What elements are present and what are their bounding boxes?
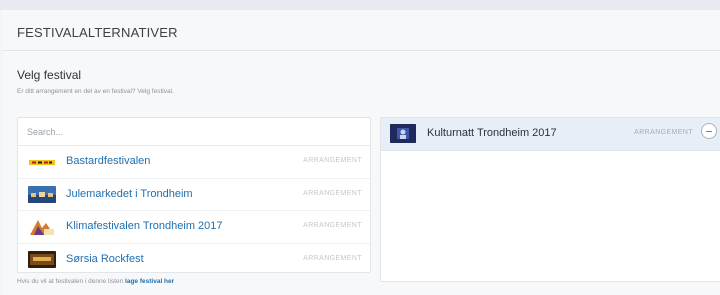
festival-name: Sørsia Rockfest xyxy=(66,252,144,265)
selected-festival-item: Kulturnatt Trondheim 2017 ARRANGEMENT xyxy=(381,118,720,151)
section-title: FESTIVALALTERNATIVER xyxy=(17,25,178,40)
festival-name: Klimafestivalen Trondheim 2017 xyxy=(66,220,223,232)
footer-text: Hvis du vil at festivalen i denne listen xyxy=(17,278,126,285)
festival-name: Julemarkedet i Trondheim xyxy=(66,187,193,200)
festival-type-label: ARRANGEMENT xyxy=(303,222,362,229)
field-help-text: Er ditt arrangement en del av en festiva… xyxy=(17,88,174,95)
festival-list-item[interactable]: Klimafestivalen Trondheim 2017 ARRANGEME… xyxy=(18,211,370,244)
selected-festival-type-label: ARRANGEMENT xyxy=(634,129,693,136)
create-festival-link[interactable]: lage festival her xyxy=(125,278,174,285)
bastard-logo-thumbnail xyxy=(28,153,56,171)
sorsia-thumbnail xyxy=(28,251,56,268)
search-input[interactable] xyxy=(18,118,370,146)
festival-list-item[interactable]: Sørsia Rockfest ARRANGEMENT xyxy=(18,244,370,273)
festival-type-label: ARRANGEMENT xyxy=(303,157,362,164)
kulturnatt-thumbnail xyxy=(390,124,416,143)
festival-type-label: ARRANGEMENT xyxy=(303,254,362,262)
festival-list-item[interactable]: Julemarkedet i Trondheim ARRANGEMENT xyxy=(18,179,370,211)
footer-help-text: Hvis du vil at festivalen i denne listen… xyxy=(17,278,174,285)
klimafestival-thumbnail xyxy=(28,218,56,236)
julemarked-thumbnail xyxy=(28,186,56,203)
selected-festival-name: Kulturnatt Trondheim 2017 xyxy=(427,127,557,139)
field-label: Velg festival xyxy=(17,68,82,82)
festival-list-item[interactable]: Bastardfestivalen ARRANGEMENT xyxy=(18,146,370,179)
festival-name: Bastardfestivalen xyxy=(66,155,151,167)
selected-festivals: Kulturnatt Trondheim 2017 ARRANGEMENT xyxy=(380,117,720,282)
remove-icon[interactable] xyxy=(701,123,717,139)
festival-type-label: ARRANGEMENT xyxy=(303,189,362,197)
festival-list: Bastardfestivalen ARRANGEMENT Julemarked… xyxy=(17,117,371,273)
minus-icon xyxy=(706,130,712,132)
top-bar xyxy=(0,0,720,10)
festival-options-panel: FESTIVALALTERNATIVER Velg festival Er di… xyxy=(2,10,720,295)
divider xyxy=(2,50,720,51)
